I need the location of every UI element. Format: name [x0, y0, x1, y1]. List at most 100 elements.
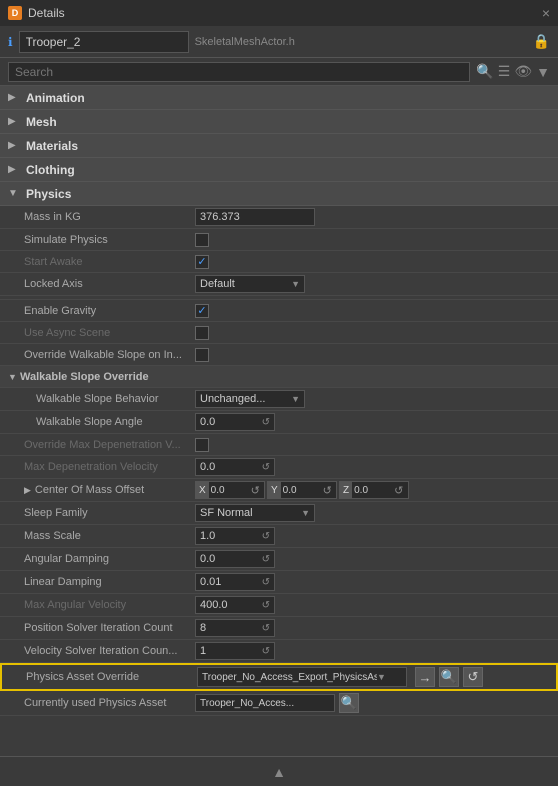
x-field: X ↺ — [195, 481, 265, 499]
locked-axis-arrow: ▼ — [291, 279, 300, 289]
y-input[interactable] — [281, 485, 321, 496]
actor-class: SkeletalMeshActor.h — [195, 36, 527, 48]
use-async-scene-checkbox[interactable] — [195, 326, 209, 340]
velocity-solver-row: Velocity Solver Iteration Coun... 1 ↺ — [0, 640, 558, 663]
y-reset[interactable]: ↺ — [321, 484, 334, 497]
walkable-slope-angle-reset[interactable]: ↺ — [262, 417, 270, 428]
linear-damping-reset[interactable]: ↺ — [262, 577, 270, 588]
properties-content: ▶ Animation ▶ Mesh ▶ Materials ▶ Clothin… — [0, 86, 558, 756]
simulate-physics-checkbox[interactable] — [195, 233, 209, 247]
mass-kg-input[interactable] — [195, 208, 315, 226]
z-label: Z — [340, 482, 352, 498]
max-dep-velocity-num: 0.0 — [200, 461, 215, 473]
section-clothing[interactable]: ▶ Clothing — [0, 158, 558, 182]
currently-used-asset-text: Trooper_No_Acces... — [200, 698, 294, 709]
locked-axis-dropdown[interactable]: Default ▼ — [195, 275, 305, 293]
override-walkable-label: Override Walkable Slope on In... — [0, 349, 195, 361]
override-max-dep-checkbox[interactable] — [195, 438, 209, 452]
y-field: Y ↺ — [267, 481, 337, 499]
search-icon[interactable]: 🔍 — [476, 63, 493, 80]
materials-arrow: ▶ — [8, 140, 20, 151]
asset-navigate-icon[interactable]: → — [415, 667, 435, 687]
walkable-slope-angle-field[interactable]: 0.0 ↺ — [195, 413, 275, 431]
start-awake-checkbox[interactable] — [195, 255, 209, 269]
linear-damping-field[interactable]: 0.01 ↺ — [195, 573, 275, 591]
velocity-solver-field[interactable]: 1 ↺ — [195, 642, 275, 660]
max-dep-velocity-field[interactable]: 0.0 ↺ — [195, 458, 275, 476]
override-max-dep-row: Override Max Depenetration V... — [0, 434, 558, 456]
clothing-title: Clothing — [26, 163, 75, 177]
physics-asset-override-row: Physics Asset Override Trooper_No_Access… — [0, 663, 558, 691]
physics-asset-override-label: Physics Asset Override — [2, 671, 197, 683]
max-dep-velocity-label: Max Depenetration Velocity — [0, 461, 195, 473]
override-walkable-row: Override Walkable Slope on In... — [0, 344, 558, 366]
section-animation[interactable]: ▶ Animation — [0, 86, 558, 110]
walkable-slope-angle-value: 0.0 ↺ — [195, 413, 558, 431]
physics-arrow: ▼ — [8, 188, 20, 199]
list-view-icon[interactable]: ☰ — [498, 63, 511, 80]
asset-reset-icon[interactable]: ↺ — [463, 667, 483, 687]
center-of-mass-arrow[interactable]: ▶ — [24, 485, 31, 496]
max-angular-velocity-reset[interactable]: ↺ — [262, 600, 270, 611]
locked-axis-value: Default ▼ — [195, 275, 558, 293]
sleep-family-dropdown[interactable]: SF Normal ▼ — [195, 504, 315, 522]
section-materials[interactable]: ▶ Materials — [0, 134, 558, 158]
walkable-slope-behavior-dropdown[interactable]: Unchanged... ▼ — [195, 390, 305, 408]
use-async-scene-value — [195, 326, 558, 340]
section-physics[interactable]: ▼ Physics — [0, 182, 558, 206]
start-awake-value — [195, 255, 558, 269]
locked-axis-row: Locked Axis Default ▼ — [0, 273, 558, 296]
mass-scale-field[interactable]: 1.0 ↺ — [195, 527, 275, 545]
mass-scale-reset[interactable]: ↺ — [262, 531, 270, 542]
position-solver-value: 8 ↺ — [195, 619, 558, 637]
currently-used-search-icon[interactable]: 🔍 — [339, 693, 359, 713]
eye-icon[interactable]: 👁 — [514, 63, 532, 80]
linear-damping-value: 0.01 ↺ — [195, 573, 558, 591]
dropdown-arrow-icon[interactable]: ▼ — [536, 64, 550, 80]
mesh-arrow: ▶ — [8, 116, 20, 127]
override-walkable-checkbox[interactable] — [195, 348, 209, 362]
physics-title: Physics — [26, 187, 71, 201]
mass-scale-value: 1.0 ↺ — [195, 527, 558, 545]
currently-used-asset-label: Currently used Physics Asset — [0, 697, 195, 709]
max-angular-velocity-field[interactable]: 400.0 ↺ — [195, 596, 275, 614]
x-label: X — [196, 482, 209, 498]
sleep-family-label: Sleep Family — [0, 507, 195, 519]
expand-arrow[interactable]: ▲ — [272, 764, 286, 780]
walkable-slope-behavior-option: Unchanged... — [200, 393, 265, 405]
angular-damping-reset[interactable]: ↺ — [262, 554, 270, 565]
linear-damping-label: Linear Damping — [0, 576, 195, 588]
walkable-slope-arrow: ▼ — [0, 372, 20, 382]
sleep-family-option: SF Normal — [200, 507, 253, 519]
max-angular-velocity-num: 400.0 — [200, 599, 228, 611]
search-input[interactable] — [8, 62, 470, 82]
section-mesh[interactable]: ▶ Mesh — [0, 110, 558, 134]
use-async-scene-row: Use Async Scene — [0, 322, 558, 344]
physics-asset-override-dropdown[interactable]: Trooper_No_Access_Export_PhysicsAsset ▼ — [197, 667, 407, 687]
max-dep-velocity-reset[interactable]: ↺ — [262, 462, 270, 473]
enable-gravity-checkbox[interactable] — [195, 304, 209, 318]
locked-axis-label: Locked Axis — [0, 278, 195, 290]
position-solver-field[interactable]: 8 ↺ — [195, 619, 275, 637]
x-reset[interactable]: ↺ — [249, 484, 262, 497]
lock-icon[interactable]: 🔒 — [533, 33, 550, 50]
x-input[interactable] — [209, 485, 249, 496]
asset-search-icon[interactable]: 🔍 — [439, 667, 459, 687]
panel-icon: D — [8, 6, 22, 20]
bottom-bar: ▲ — [0, 756, 558, 786]
actor-name-input[interactable] — [19, 31, 189, 53]
angular-damping-field[interactable]: 0.0 ↺ — [195, 550, 275, 568]
start-awake-label: Start Awake — [0, 256, 195, 268]
title-bar-text: Details — [28, 6, 536, 20]
details-panel: D Details × ℹ SkeletalMeshActor.h 🔒 🔍 ☰ … — [0, 0, 558, 786]
position-solver-num: 8 — [200, 622, 206, 634]
z-reset[interactable]: ↺ — [392, 484, 405, 497]
velocity-solver-label: Velocity Solver Iteration Coun... — [0, 645, 195, 657]
walkable-slope-header[interactable]: ▼ Walkable Slope Override — [0, 366, 558, 388]
close-button[interactable]: × — [542, 5, 550, 21]
position-solver-reset[interactable]: ↺ — [262, 623, 270, 634]
center-of-mass-row: ▶ Center Of Mass Offset X ↺ Y ↺ — [0, 479, 558, 502]
z-input[interactable] — [352, 485, 392, 496]
velocity-solver-reset[interactable]: ↺ — [262, 646, 270, 657]
max-angular-velocity-value: 400.0 ↺ — [195, 596, 558, 614]
